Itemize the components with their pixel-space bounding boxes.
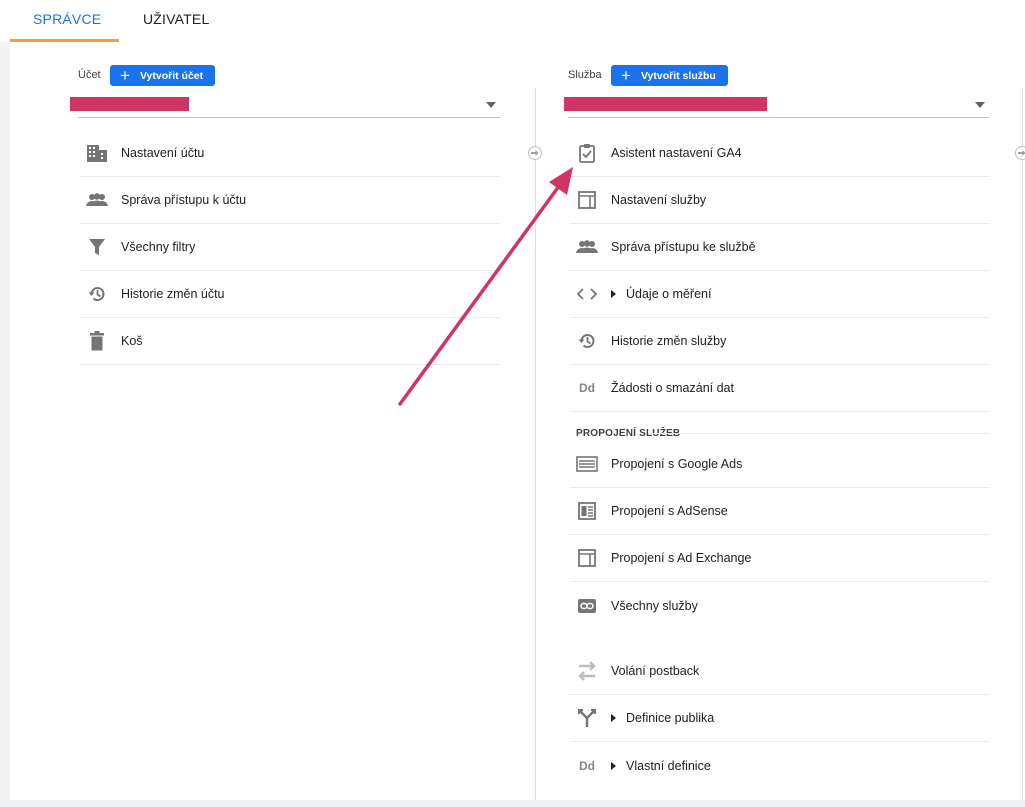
annotation-arrow [398,167,573,406]
